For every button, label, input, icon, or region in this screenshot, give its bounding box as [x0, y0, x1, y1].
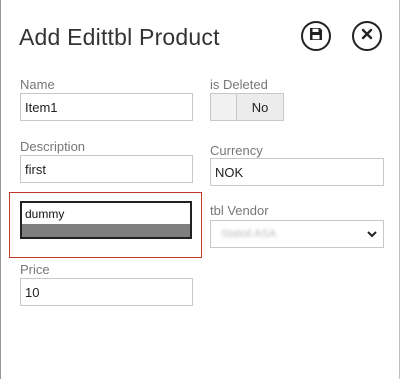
toggle-state: No — [237, 94, 283, 120]
vendor-value: Statoil ASA — [221, 228, 277, 240]
description-field[interactable]: first — [20, 155, 193, 183]
dummy-value: dummy — [25, 207, 65, 221]
vendor-label: tbl Vendor — [210, 203, 269, 218]
vendor-select[interactable]: Statoil ASA — [210, 220, 384, 248]
price-label: Price — [20, 262, 50, 277]
save-button[interactable] — [301, 21, 331, 51]
price-field[interactable]: 10 — [20, 278, 193, 306]
name-field[interactable]: Item1 — [20, 93, 193, 121]
dummy-bar — [22, 224, 190, 237]
dummy-field[interactable]: dummy — [20, 201, 192, 239]
page-title: Add Edittbl Product — [19, 24, 220, 50]
currency-field[interactable]: NOK — [210, 158, 384, 186]
close-icon — [361, 27, 373, 45]
is-deleted-label: is Deleted — [210, 77, 268, 92]
save-icon — [309, 27, 323, 46]
chevron-down-icon — [361, 230, 383, 238]
add-product-dialog: Add Edittbl Product Name Item1 is Delete… — [0, 0, 400, 379]
currency-label: Currency — [210, 143, 263, 158]
description-label: Description — [20, 139, 86, 154]
toggle-knob — [211, 94, 237, 120]
close-button[interactable] — [352, 21, 382, 51]
is-deleted-toggle[interactable]: No — [210, 93, 284, 121]
name-label: Name — [20, 77, 55, 92]
